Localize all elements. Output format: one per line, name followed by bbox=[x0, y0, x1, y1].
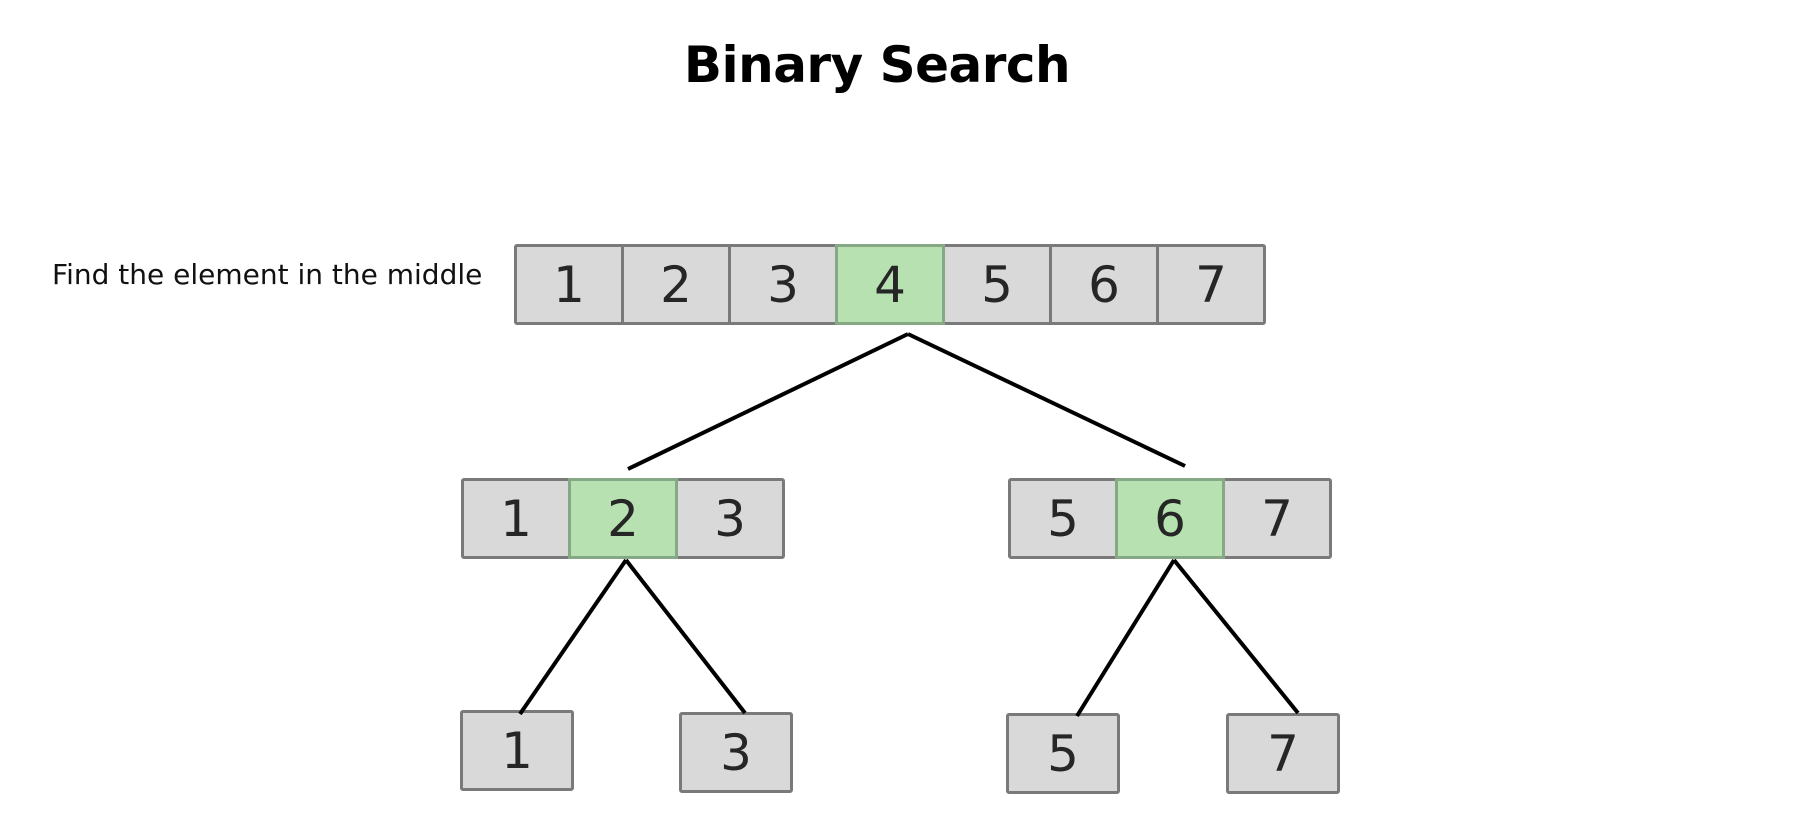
array-cell: 3 bbox=[675, 478, 785, 559]
edge-root-right bbox=[907, 332, 1186, 468]
array-cell: 2 bbox=[621, 244, 731, 325]
array-cell: 1 bbox=[461, 478, 571, 559]
array-cell: 6 bbox=[1049, 244, 1159, 325]
array-cell: 7 bbox=[1222, 478, 1332, 559]
array-cell: 1 bbox=[514, 244, 624, 325]
left-subarray: 1 2 3 bbox=[461, 478, 785, 559]
leaf-node: 1 bbox=[460, 710, 574, 791]
edge-right-leaf7 bbox=[1172, 558, 1300, 715]
root-array: 1 2 3 4 5 6 7 bbox=[514, 244, 1266, 325]
array-cell: 5 bbox=[942, 244, 1052, 325]
leaf-node: 5 bbox=[1006, 713, 1120, 794]
tree-edges bbox=[518, 332, 1300, 718]
leaf-node: 3 bbox=[679, 712, 793, 793]
diagram-title: Binary Search bbox=[683, 36, 1071, 94]
edge-left-leaf3 bbox=[624, 558, 747, 715]
edge-root-left bbox=[627, 332, 909, 471]
array-cell: 5 bbox=[1008, 478, 1118, 559]
right-subarray: 5 6 7 bbox=[1008, 478, 1332, 559]
step-label: Find the element in the middle bbox=[52, 258, 483, 291]
array-cell: 7 bbox=[1156, 244, 1266, 325]
middle-cell: 2 bbox=[568, 478, 678, 559]
edge-left-leaf1 bbox=[518, 558, 628, 716]
middle-cell: 4 bbox=[835, 244, 945, 325]
edge-right-leaf5 bbox=[1075, 558, 1176, 718]
array-cell: 3 bbox=[728, 244, 838, 325]
middle-cell: 6 bbox=[1115, 478, 1225, 559]
leaf-node: 7 bbox=[1226, 713, 1340, 794]
